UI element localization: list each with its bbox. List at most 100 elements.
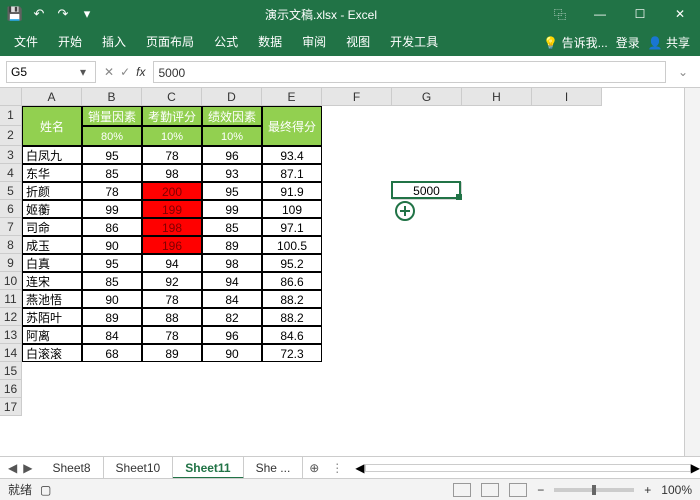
cell[interactable]: 5000 <box>392 182 462 200</box>
cell[interactable]: 93.4 <box>262 146 322 164</box>
sheet-hscroll[interactable]: ◀▶ <box>349 461 700 475</box>
cell[interactable]: 199 <box>142 200 202 218</box>
signin-button[interactable]: 登录 <box>616 34 640 51</box>
cell[interactable]: 销量因素 <box>82 106 142 126</box>
zoom-slider[interactable] <box>554 488 634 492</box>
cell[interactable]: 姓名 <box>22 106 82 146</box>
sheet-tab[interactable]: Sheet10 <box>104 457 174 479</box>
cell[interactable]: 苏陌叶 <box>22 308 82 326</box>
col-header[interactable]: I <box>532 88 602 106</box>
cell[interactable]: 89 <box>142 344 202 362</box>
cell[interactable]: 82 <box>202 308 262 326</box>
cell[interactable]: 成玉 <box>22 236 82 254</box>
formula-expand-icon[interactable]: ⌄ <box>674 65 692 79</box>
cell[interactable]: 85 <box>82 272 142 290</box>
cell[interactable]: 92 <box>142 272 202 290</box>
row-header[interactable]: 17 <box>0 398 22 416</box>
sheet-tab[interactable]: She ... <box>244 457 304 479</box>
tab-developer[interactable]: 开发工具 <box>380 28 448 56</box>
zoom-out-icon[interactable]: − <box>537 483 544 497</box>
maximize-button[interactable]: ☐ <box>620 0 660 28</box>
close-button[interactable]: ✕ <box>660 0 700 28</box>
cell[interactable]: 白真 <box>22 254 82 272</box>
ribbon-collapse-icon[interactable]: ⿻ <box>540 0 580 28</box>
fx-icon[interactable]: fx <box>136 65 145 79</box>
col-header[interactable]: D <box>202 88 262 106</box>
cell[interactable]: 86 <box>82 218 142 236</box>
cell[interactable]: 94 <box>142 254 202 272</box>
minimize-button[interactable]: — <box>580 0 620 28</box>
cell[interactable]: 96 <box>202 146 262 164</box>
share-button[interactable]: 👤 共享 <box>648 34 690 51</box>
cell[interactable]: 姬蘅 <box>22 200 82 218</box>
row-header[interactable]: 13 <box>0 326 22 344</box>
cell[interactable]: 99 <box>82 200 142 218</box>
row-header[interactable]: 12 <box>0 308 22 326</box>
cell[interactable]: 109 <box>262 200 322 218</box>
formula-input[interactable]: 5000 <box>153 61 665 83</box>
col-header[interactable]: H <box>462 88 532 106</box>
cell[interactable]: 91.9 <box>262 182 322 200</box>
cell[interactable]: 80% <box>82 126 142 146</box>
view-normal-icon[interactable] <box>453 483 471 497</box>
row-header[interactable]: 14 <box>0 344 22 362</box>
col-header[interactable]: F <box>322 88 392 106</box>
cell[interactable]: 最终得分 <box>262 106 322 146</box>
cell[interactable]: 90 <box>82 236 142 254</box>
cell[interactable]: 85 <box>82 164 142 182</box>
row-header[interactable]: 7 <box>0 218 22 236</box>
col-header[interactable]: C <box>142 88 202 106</box>
cell[interactable]: 95.2 <box>262 254 322 272</box>
row-header[interactable]: 4 <box>0 164 22 182</box>
cell[interactable]: 100.5 <box>262 236 322 254</box>
row-header[interactable]: 15 <box>0 362 22 380</box>
tab-review[interactable]: 审阅 <box>292 28 336 56</box>
tab-file[interactable]: 文件 <box>4 28 48 56</box>
col-header[interactable]: A <box>22 88 82 106</box>
cell[interactable]: 68 <box>82 344 142 362</box>
row-header[interactable]: 6 <box>0 200 22 218</box>
vertical-scrollbar[interactable] <box>684 88 700 456</box>
cell[interactable]: 84 <box>202 290 262 308</box>
tell-me[interactable]: 💡 告诉我... <box>543 34 607 51</box>
cell[interactable]: 90 <box>82 290 142 308</box>
zoom-value[interactable]: 100% <box>661 483 692 497</box>
tab-data[interactable]: 数据 <box>248 28 292 56</box>
tab-insert[interactable]: 插入 <box>92 28 136 56</box>
cell[interactable]: 198 <box>142 218 202 236</box>
tab-view[interactable]: 视图 <box>336 28 380 56</box>
cell[interactable]: 86.6 <box>262 272 322 290</box>
row-header[interactable]: 5 <box>0 182 22 200</box>
cell[interactable]: 折颜 <box>22 182 82 200</box>
tab-layout[interactable]: 页面布局 <box>136 28 204 56</box>
view-layout-icon[interactable] <box>481 483 499 497</box>
cell[interactable]: 东华 <box>22 164 82 182</box>
cell[interactable]: 10% <box>142 126 202 146</box>
add-sheet-button[interactable]: ⊕ <box>303 461 325 475</box>
cell[interactable]: 司命 <box>22 218 82 236</box>
row-header[interactable]: 3 <box>0 146 22 164</box>
cell[interactable]: 88 <box>142 308 202 326</box>
tab-formulas[interactable]: 公式 <box>204 28 248 56</box>
macro-record-icon[interactable]: ▢ <box>40 483 51 497</box>
select-all-corner[interactable] <box>0 88 22 106</box>
cell[interactable]: 87.1 <box>262 164 322 182</box>
save-icon[interactable]: 💾 <box>6 5 24 23</box>
cell[interactable]: 白凤九 <box>22 146 82 164</box>
cell[interactable]: 94 <box>202 272 262 290</box>
cell[interactable]: 97.1 <box>262 218 322 236</box>
sheet-next-icon[interactable]: ▶ <box>23 461 32 475</box>
sheet-tab[interactable]: Sheet11 <box>173 457 243 479</box>
cell[interactable]: 78 <box>142 290 202 308</box>
name-box[interactable]: G5 ▾ <box>6 61 96 83</box>
cell[interactable]: 72.3 <box>262 344 322 362</box>
cell[interactable]: 白滚滚 <box>22 344 82 362</box>
cell[interactable]: 96 <box>202 326 262 344</box>
chevron-down-icon[interactable]: ▾ <box>75 65 91 79</box>
cell[interactable]: 绩效因素 <box>202 106 262 126</box>
cell[interactable]: 78 <box>82 182 142 200</box>
redo-icon[interactable]: ↷ <box>54 5 72 23</box>
enter-icon[interactable]: ✓ <box>120 65 130 79</box>
col-header[interactable]: B <box>82 88 142 106</box>
cell[interactable]: 196 <box>142 236 202 254</box>
